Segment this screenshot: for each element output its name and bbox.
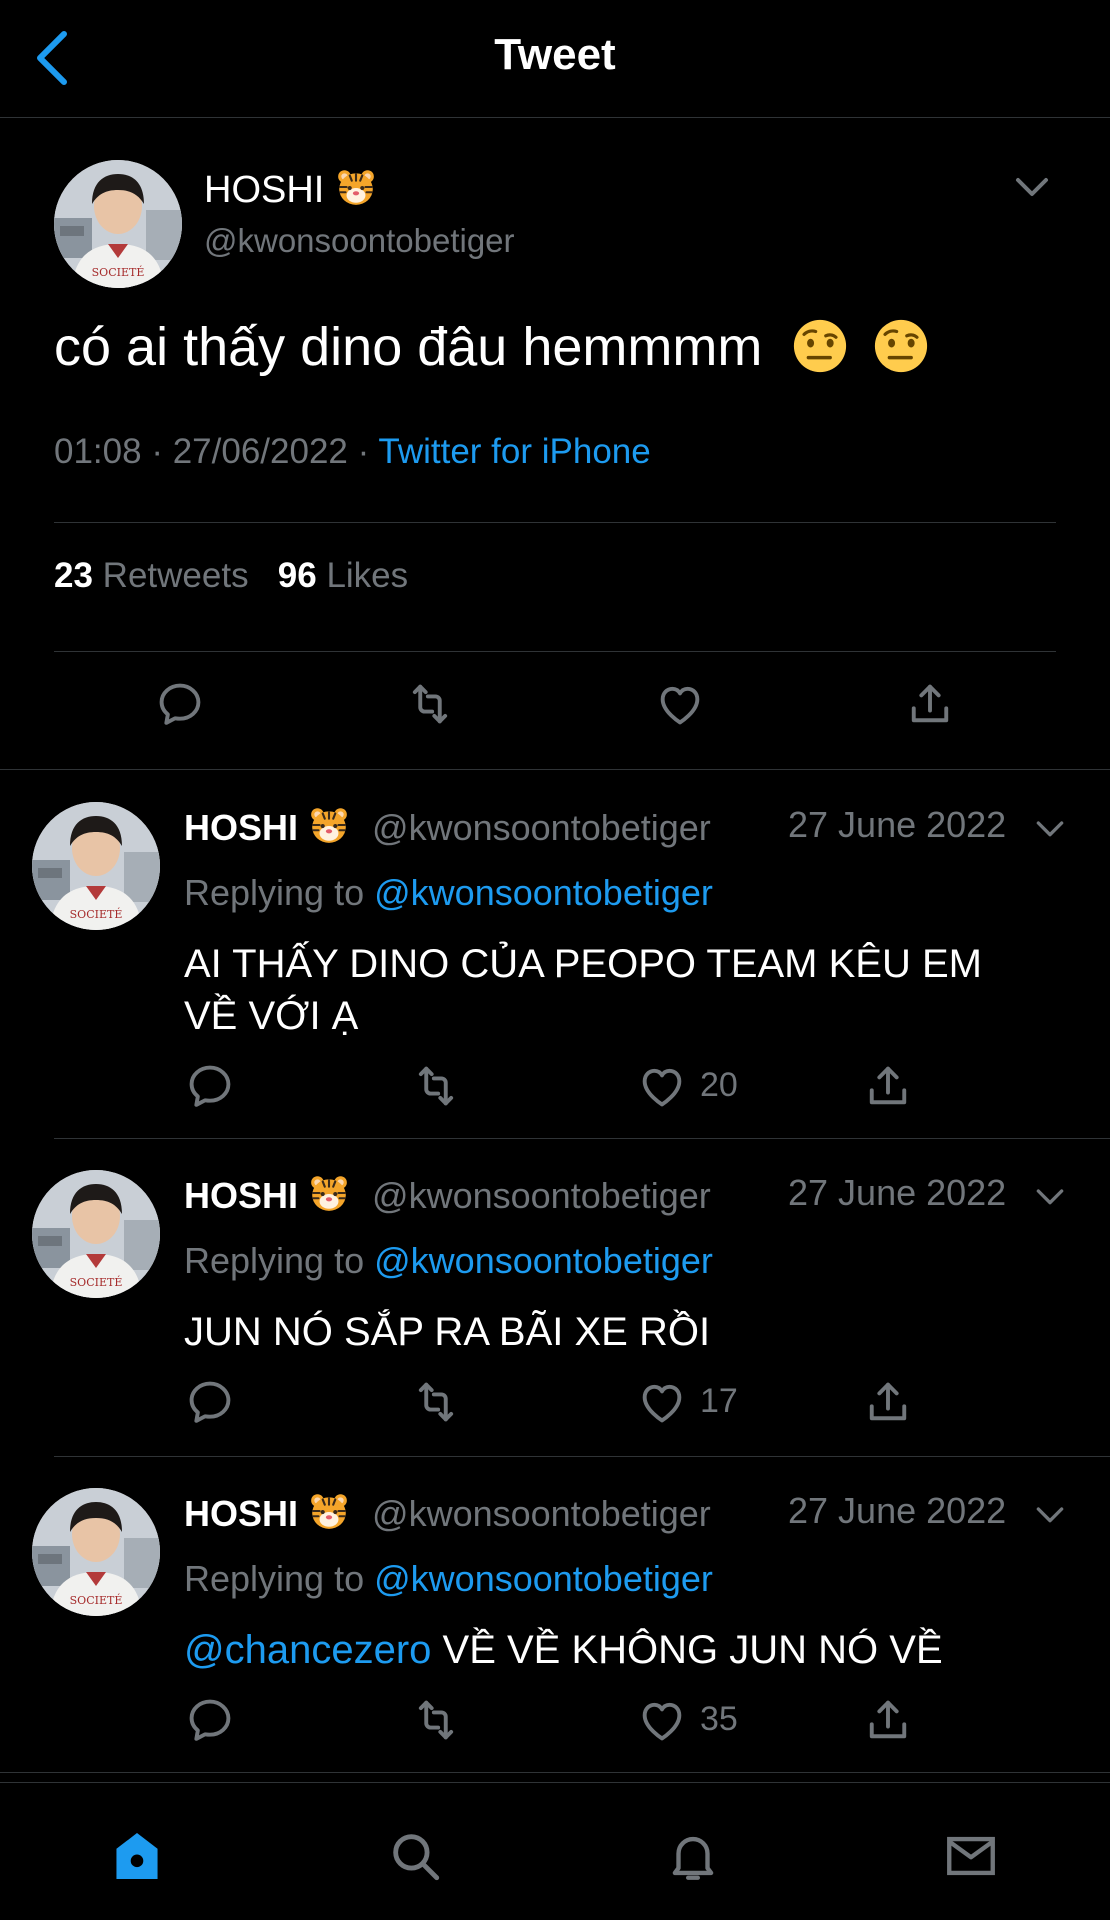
replying-to: Replying to @kwonsoontobetiger: [184, 1240, 713, 1282]
author-handle[interactable]: @kwonsoontobetiger: [204, 222, 515, 260]
tiger-emoji-icon: [308, 1490, 350, 1532]
share-icon[interactable]: [904, 678, 956, 730]
avatar[interactable]: [32, 802, 160, 930]
bottom-tab-bar: [0, 1782, 1110, 1920]
like-count: 35: [700, 1700, 738, 1738]
reply-date: 27 June 2022: [788, 804, 1007, 845]
like-icon[interactable]: [654, 678, 706, 730]
replying-handle-link[interactable]: @kwonsoontobetiger: [374, 1558, 713, 1599]
like-icon[interactable]: [636, 1376, 688, 1428]
tweet-text-row: có ai thấy dino đâu hemmmm: [54, 316, 930, 378]
likes-label: Likes: [326, 556, 409, 595]
retweets-label: Retweets: [102, 556, 249, 595]
author-name[interactable]: HOSHI: [184, 1175, 298, 1216]
avatar[interactable]: [32, 1488, 160, 1616]
reply-actions: 17: [0, 1376, 1110, 1428]
search-icon[interactable]: [386, 1827, 444, 1885]
reply-tweet[interactable]: HOSHI @kwonsoontobetiger 27 June 2022 Re…: [0, 1456, 1110, 1774]
reply-text: JUN NÓ SẮP RA BÃI XE RỒI: [184, 1310, 711, 1354]
reply-icon[interactable]: [184, 1060, 236, 1112]
author-name[interactable]: HOSHI: [184, 807, 298, 848]
chevron-down-icon[interactable]: [1030, 1176, 1070, 1216]
reply-text-row: @chancezero VỀ VỀ KHÔNG JUN NÓ VỀ: [184, 1624, 1044, 1676]
likes-stat[interactable]: 96 Likes: [278, 556, 408, 595]
reply-icon[interactable]: [184, 1694, 236, 1746]
reply-text: AI THẤY DINO CỦA PEOPO TEAM KÊU EM VỀ VỚ…: [184, 942, 982, 1038]
reply-text: VỀ VỀ KHÔNG JUN NÓ VỀ: [442, 1628, 943, 1672]
raised-eyebrow-emoji-icon: [872, 317, 930, 375]
tweet-time: 01:08: [54, 432, 142, 471]
like-icon[interactable]: [636, 1694, 688, 1746]
retweet-icon[interactable]: [410, 1060, 462, 1112]
retweets-stat[interactable]: 23 Retweets: [54, 556, 249, 595]
author-name[interactable]: HOSHI: [184, 1493, 298, 1534]
retweet-icon[interactable]: [410, 1694, 462, 1746]
retweets-count: 23: [54, 556, 93, 595]
tweet-meta: 01:08 · 27/06/2022 · Twitter for iPhone: [54, 432, 651, 472]
notifications-icon[interactable]: [664, 1827, 722, 1885]
replying-handle-link[interactable]: @kwonsoontobetiger: [374, 1240, 713, 1281]
divider: [54, 651, 1056, 652]
reply-actions: 20: [0, 1060, 1110, 1112]
divider: [0, 1772, 1110, 1773]
replying-to: Replying to @kwonsoontobetiger: [184, 1558, 713, 1600]
replying-label: Replying to: [184, 1558, 365, 1599]
reply-header: HOSHI @kwonsoontobetiger: [184, 1172, 711, 1217]
tiger-emoji-icon: [308, 1172, 350, 1214]
retweet-icon[interactable]: [410, 1376, 462, 1428]
share-icon[interactable]: [862, 1694, 914, 1746]
raised-eyebrow-emoji-icon: [791, 317, 849, 375]
reply-header: HOSHI @kwonsoontobetiger: [184, 1490, 711, 1535]
top-nav-bar: Tweet: [0, 0, 1110, 118]
tweet-text: có ai thấy dino đâu hemmmm: [54, 317, 763, 377]
like-count: 17: [700, 1382, 738, 1420]
author-handle[interactable]: @kwonsoontobetiger: [372, 1493, 711, 1534]
tweet-date: 27/06/2022: [172, 432, 348, 471]
author-name: HOSHI: [204, 169, 325, 211]
like-count: 20: [700, 1066, 738, 1104]
avatar[interactable]: [54, 160, 182, 288]
page-title: Tweet: [494, 30, 616, 79]
chevron-down-icon[interactable]: [1030, 808, 1070, 848]
reply-actions: 35: [0, 1694, 1110, 1746]
tweet-stats: 23 Retweets 96 Likes: [54, 556, 408, 596]
reply-icon[interactable]: [184, 1376, 236, 1428]
share-icon[interactable]: [862, 1376, 914, 1428]
reply-header: HOSHI @kwonsoontobetiger: [184, 804, 711, 849]
tweet-source-link[interactable]: Twitter for iPhone: [378, 432, 650, 471]
author-name-row[interactable]: HOSHI: [204, 166, 377, 212]
retweet-icon[interactable]: [404, 678, 456, 730]
replying-handle-link[interactable]: @kwonsoontobetiger: [374, 872, 713, 913]
author-handle[interactable]: @kwonsoontobetiger: [372, 1175, 711, 1216]
home-icon[interactable]: [108, 1827, 166, 1885]
avatar[interactable]: [32, 1170, 160, 1298]
replying-to: Replying to @kwonsoontobetiger: [184, 872, 713, 914]
reply-date: 27 June 2022: [788, 1490, 1007, 1531]
chevron-down-icon[interactable]: [1008, 162, 1056, 210]
reply-date: 27 June 2022: [788, 1172, 1007, 1213]
tiger-emoji-icon: [308, 804, 350, 846]
reply-tweet[interactable]: HOSHI @kwonsoontobetiger 27 June 2022 Re…: [0, 1138, 1110, 1456]
replying-label: Replying to: [184, 872, 365, 913]
author-handle[interactable]: @kwonsoontobetiger: [372, 807, 711, 848]
reply-tweet[interactable]: HOSHI @kwonsoontobetiger 27 June 2022 Re…: [0, 770, 1110, 1138]
meta-separator: ·: [151, 432, 173, 471]
chevron-down-icon[interactable]: [1030, 1494, 1070, 1534]
reply-icon[interactable]: [154, 678, 206, 730]
main-tweet: HOSHI @kwonsoontobetiger có ai thấy dino…: [0, 118, 1110, 770]
meta-separator: ·: [357, 432, 379, 471]
replying-label: Replying to: [184, 1240, 365, 1281]
tiger-emoji-icon: [335, 166, 377, 208]
likes-count: 96: [277, 556, 317, 595]
divider: [54, 522, 1056, 523]
messages-icon[interactable]: [942, 1827, 1000, 1885]
main-tweet-actions: [0, 676, 1110, 740]
like-icon[interactable]: [636, 1060, 688, 1112]
mention-link[interactable]: @chancezero: [184, 1628, 431, 1672]
share-icon[interactable]: [862, 1060, 914, 1112]
